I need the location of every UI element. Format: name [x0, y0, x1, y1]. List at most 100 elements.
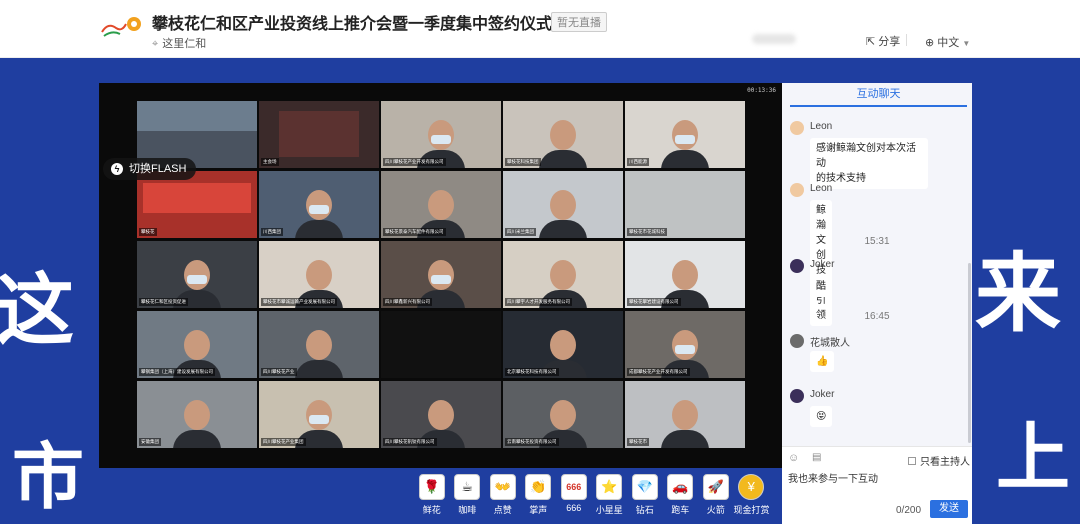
gift-button[interactable]: 👐 点赞 — [485, 474, 521, 518]
participant-tile[interactable]: 攀钢集团（上海）建设发展有限公司 — [137, 311, 257, 378]
bg-char-right-2: 上 — [996, 415, 1070, 501]
share-button[interactable]: ⇱ 分享 — [866, 33, 900, 49]
participant-tile[interactable]: 攀枝花景泰汽车配件有限公司 — [381, 171, 501, 238]
participant-tile[interactable]: 攀枝花攀岩建设有限公司 — [625, 241, 745, 308]
participant-tile[interactable]: 成都攀枝花产业开发有限公司 — [625, 311, 745, 378]
participant-tile[interactable]: 四川攀枝花产业 — [259, 311, 379, 378]
gift-button[interactable]: ☕ 咖啡 — [450, 474, 486, 518]
participant-tile[interactable]: 主会场 — [259, 101, 379, 168]
participant-tile[interactable]: 北京攀枝花科技有限公司 — [503, 311, 623, 378]
gift-button[interactable]: 💎 钻石 — [627, 474, 663, 518]
participant-name: 攀钢集团（上海）建设发展有限公司 — [139, 368, 215, 376]
participant-head — [428, 190, 454, 220]
participant-name: 云南攀枝花投资有限公司 — [505, 438, 559, 446]
participant-video — [539, 190, 587, 238]
participant-video — [661, 400, 709, 448]
participant-name: 安徽集团 — [139, 438, 161, 446]
checkbox-box[interactable] — [908, 456, 916, 465]
participant-name: 攀枝花仁和区投资促进 — [139, 298, 188, 306]
switch-flash-button[interactable]: ϟ 切换FLASH — [103, 158, 197, 180]
participant-tile[interactable]: 四川攀枝花产业开发有限公司 — [381, 101, 501, 168]
participant-head — [672, 400, 698, 430]
participant-name: 北京攀枝花科技有限公司 — [505, 368, 559, 376]
live-status-badge: 暂无直播 — [551, 12, 607, 32]
gift-label: 火箭 — [706, 505, 725, 515]
gift-button[interactable]: ¥ 现金打赏 — [734, 474, 770, 518]
bg-char-left-2: 市 — [12, 434, 85, 519]
gift-button[interactable]: 🚀 火箭 — [698, 474, 734, 518]
participant-head — [550, 260, 576, 290]
emoji-picker-icon[interactable]: ☺ — [788, 452, 799, 464]
participant-name: 四川攀枝花产业开发有限公司 — [383, 158, 446, 166]
participant-tile[interactable]: 四川攀枝花钒钛有限公司 — [381, 381, 501, 448]
flash-button-label: 切换FLASH — [129, 163, 187, 175]
participant-tile[interactable]: 攀枝花市攀诚运输产业发展有限公司 — [259, 241, 379, 308]
gift-label: 666 — [566, 503, 582, 513]
participant-tile[interactable] — [381, 311, 501, 378]
emoji-icon: 😝 — [816, 411, 827, 422]
participant-video — [539, 120, 587, 168]
participant-name: 攀枝花攀岩建设有限公司 — [627, 298, 681, 306]
face-mask — [675, 345, 695, 354]
gift-label: 现金打赏 — [733, 505, 770, 515]
participant-tile[interactable]: 攀枝花仁和区投资促进 — [137, 241, 257, 308]
gift-label: 咖啡 — [458, 505, 477, 515]
gift-label: 掌声 — [529, 505, 548, 515]
char-counter: 0/200 — [896, 505, 922, 516]
gift-button[interactable]: 👏 掌声 — [521, 474, 557, 518]
chat-time-separator: 16:45 — [864, 311, 890, 322]
chat-input[interactable]: 我也来参与一下互动 — [788, 470, 878, 485]
participant-tile[interactable]: 安徽集团 — [137, 381, 257, 448]
participant-tile[interactable]: 云南攀枝花投资有限公司 — [503, 381, 623, 448]
car-icon: 🚗 — [667, 474, 694, 500]
participant-tile[interactable]: 攀枝花 — [137, 171, 257, 238]
participant-video — [295, 330, 343, 378]
coffee-icon: ☕ — [454, 474, 481, 500]
participant-body — [661, 430, 709, 448]
participant-name: 攀枝花 — [139, 228, 157, 236]
participant-head — [184, 330, 210, 360]
participant-body — [539, 220, 587, 238]
send-button[interactable]: 发送 — [930, 500, 968, 518]
participant-tile[interactable]: 川西集团 — [259, 171, 379, 238]
participant-head — [672, 260, 698, 290]
participant-tile[interactable]: 攀枝花科技集团 — [503, 101, 623, 168]
participant-body — [539, 150, 587, 168]
face-mask — [309, 205, 329, 214]
gift-label: 点赞 — [493, 505, 512, 515]
participant-name: 四川攀枝花产业 — [261, 368, 297, 376]
quick-reply-icon[interactable]: ▤ — [812, 452, 821, 463]
gift-label: 鲜花 — [422, 505, 441, 515]
participant-tile[interactable]: 攀枝花市花城科技 — [625, 171, 745, 238]
participant-tile[interactable]: 川西能源 — [625, 101, 745, 168]
participant-tile[interactable]: 四川攀枝花产业集团 — [259, 381, 379, 448]
participant-tile[interactable]: 攀枝花市 — [625, 381, 745, 448]
language-select[interactable]: ⊕ 中文 ▼ — [925, 34, 970, 50]
gift-button[interactable]: 666 666 — [556, 474, 592, 518]
gift-bar: 🌹 鲜花 ☕ 咖啡 👐 点赞 👏 掌声 666 666 ⭐ 小星星 💎 钻石 🚗 跑车 🚀 火箭 ¥ 现金打赏 — [414, 474, 770, 518]
chat-text: 感谢鲸瀚文创对本次活动 — [816, 143, 916, 169]
chat-user: Leon — [810, 121, 833, 132]
gift-label: 钻石 — [635, 505, 654, 515]
only-host-checkbox[interactable]: 只看主持人 — [908, 453, 970, 468]
participant-name: 川西集团 — [261, 228, 283, 236]
participant-body — [173, 430, 221, 448]
face-mask — [431, 135, 451, 144]
header-divider — [906, 34, 907, 46]
chat-time-separator: 15:31 — [864, 236, 890, 247]
face-mask — [675, 135, 695, 144]
avatar — [790, 183, 804, 197]
gift-button[interactable]: 🚗 跑车 — [663, 474, 699, 518]
page-header: 攀枝花仁和区产业投资线上推介会暨一季度集中签约仪式 暂无直播 ⌖ 这里仁和 ⇱ 分… — [0, 0, 1080, 58]
tab-interactive-chat[interactable]: 互动聊天 — [790, 83, 967, 107]
chat-input-area: ☺ ▤ 只看主持人 我也来参与一下互动 0/200 发送 — [782, 446, 972, 524]
participant-tile[interactable]: 四川攀鑫新兴有限公司 — [381, 241, 501, 308]
host-name[interactable]: ⌖ 这里仁和 — [152, 35, 206, 51]
chat-scrollbar[interactable] — [968, 263, 971, 443]
participant-tile[interactable]: 四川攀宇人才开发服务有限公司 — [503, 241, 623, 308]
participant-tile[interactable]: 四川米兰集团 — [503, 171, 623, 238]
gift-button[interactable]: ⭐ 小星星 — [592, 474, 628, 518]
gift-button[interactable]: 🌹 鲜花 — [414, 474, 450, 518]
participant-head — [550, 330, 576, 360]
chat-user: Leon — [810, 183, 833, 194]
